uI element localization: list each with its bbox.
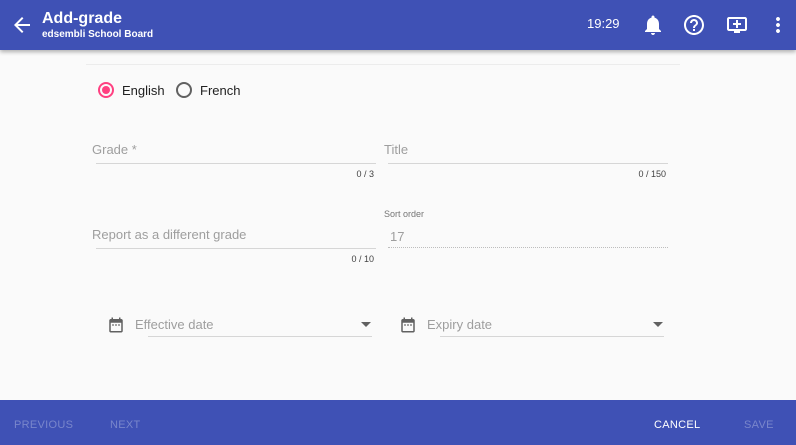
next-button[interactable]: NEXT xyxy=(110,419,141,432)
calendar-icon[interactable] xyxy=(399,316,417,334)
report-as-counter: 0 / 10 xyxy=(351,254,374,264)
save-button[interactable]: SAVE xyxy=(744,419,774,432)
help-icon[interactable] xyxy=(682,13,706,37)
page-subtitle: edsembli School Board xyxy=(42,29,154,40)
chevron-down-icon[interactable] xyxy=(653,322,663,327)
radio-french[interactable]: French xyxy=(176,80,240,100)
app-bar: Add-grade edsembli School Board 19:29 xyxy=(0,0,796,50)
radio-label-english: English xyxy=(122,82,165,98)
sort-order-underline xyxy=(388,247,668,248)
clock-time: 19:29 xyxy=(587,16,620,31)
title-label: Title xyxy=(384,142,409,157)
chevron-down-icon[interactable] xyxy=(361,322,371,327)
section-divider xyxy=(86,64,680,65)
radio-label-french: French xyxy=(200,82,241,98)
grade-counter: 0 / 3 xyxy=(356,169,374,179)
effective-date-label: Effective date xyxy=(135,317,214,332)
screen-share-icon[interactable] xyxy=(725,13,749,37)
bottom-action-bar: PREVIOUS NEXT CANCEL SAVE xyxy=(0,400,796,445)
radio-unselected-icon xyxy=(176,82,192,98)
title-counter: 0 / 150 xyxy=(638,169,666,179)
expiry-date-label: Expiry date xyxy=(427,317,493,332)
more-vert-icon[interactable] xyxy=(766,13,790,37)
previous-button[interactable]: PREVIOUS xyxy=(14,419,73,432)
grade-label: Grade * xyxy=(92,142,137,157)
cancel-button[interactable]: CANCEL xyxy=(654,419,700,432)
radio-selected-icon xyxy=(98,82,114,98)
grade-underline xyxy=(96,163,376,164)
title-underline xyxy=(388,163,668,164)
radio-english[interactable]: English xyxy=(98,80,165,100)
sort-order-label: Sort order xyxy=(384,209,425,219)
calendar-icon[interactable] xyxy=(107,316,125,334)
sort-order-value: 17 xyxy=(390,229,405,244)
report-as-underline xyxy=(96,248,376,249)
expiry-date-underline xyxy=(440,336,664,337)
effective-date-underline xyxy=(148,336,372,337)
page-title: Add-grade xyxy=(42,10,122,27)
arrow-back-icon[interactable] xyxy=(10,13,34,37)
title-input[interactable] xyxy=(384,137,668,161)
report-as-label: Report as a different grade xyxy=(92,227,247,242)
bell-icon[interactable] xyxy=(641,13,665,37)
